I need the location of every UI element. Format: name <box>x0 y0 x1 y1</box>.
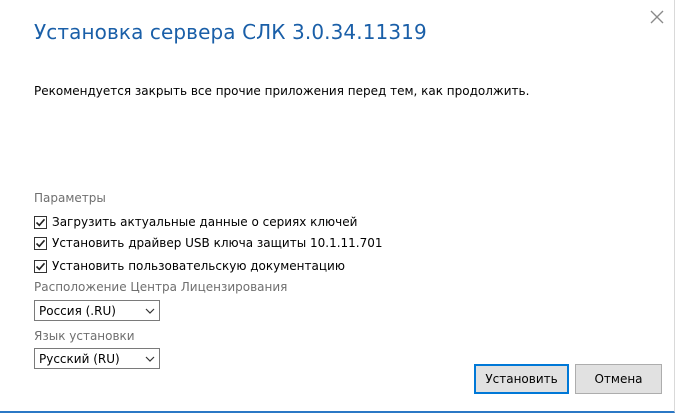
language-label: Язык установки <box>34 329 135 343</box>
language-select[interactable]: Русский (RU) <box>34 348 160 369</box>
chevron-down-icon <box>141 301 159 320</box>
language-value: Русский (RU) <box>39 351 120 366</box>
checkbox-install-user-docs[interactable] <box>34 259 47 273</box>
option-install-user-docs[interactable]: Установить пользовательскую документацию <box>34 258 345 274</box>
close-button[interactable] <box>648 8 666 26</box>
license-center-select[interactable]: Россия (.RU) <box>34 300 160 321</box>
checkbox-install-usb-driver[interactable] <box>34 236 47 250</box>
option-label: Установить пользовательскую документацию <box>52 259 345 273</box>
option-label: Загрузить актуальные данные о сериях клю… <box>52 215 358 229</box>
checkbox-download-key-series[interactable] <box>34 215 47 229</box>
checkmark-icon <box>35 218 46 226</box>
license-center-value: Россия (.RU) <box>39 303 116 318</box>
chevron-down-icon <box>141 349 159 368</box>
installer-dialog: Установка сервера СЛК 3.0.34.11319 Реком… <box>0 0 675 413</box>
dialog-title: Установка сервера СЛК 3.0.34.11319 <box>34 20 427 44</box>
option-label: Установить драйвер USB ключа защиты 10.1… <box>52 236 383 250</box>
recommendation-message: Рекомендуется закрыть все прочие приложе… <box>34 84 530 98</box>
license-center-label: Расположение Центра Лицензирования <box>34 280 288 294</box>
close-icon <box>650 10 664 24</box>
option-download-key-series[interactable]: Загрузить актуальные данные о сериях клю… <box>34 214 357 230</box>
option-install-usb-driver[interactable]: Установить драйвер USB ключа защиты 10.1… <box>34 235 383 251</box>
parameters-label: Параметры <box>34 191 106 205</box>
checkmark-icon <box>35 239 46 247</box>
cancel-button[interactable]: Отмена <box>575 364 662 394</box>
checkmark-icon <box>35 262 46 270</box>
install-button[interactable]: Установить <box>474 364 569 394</box>
